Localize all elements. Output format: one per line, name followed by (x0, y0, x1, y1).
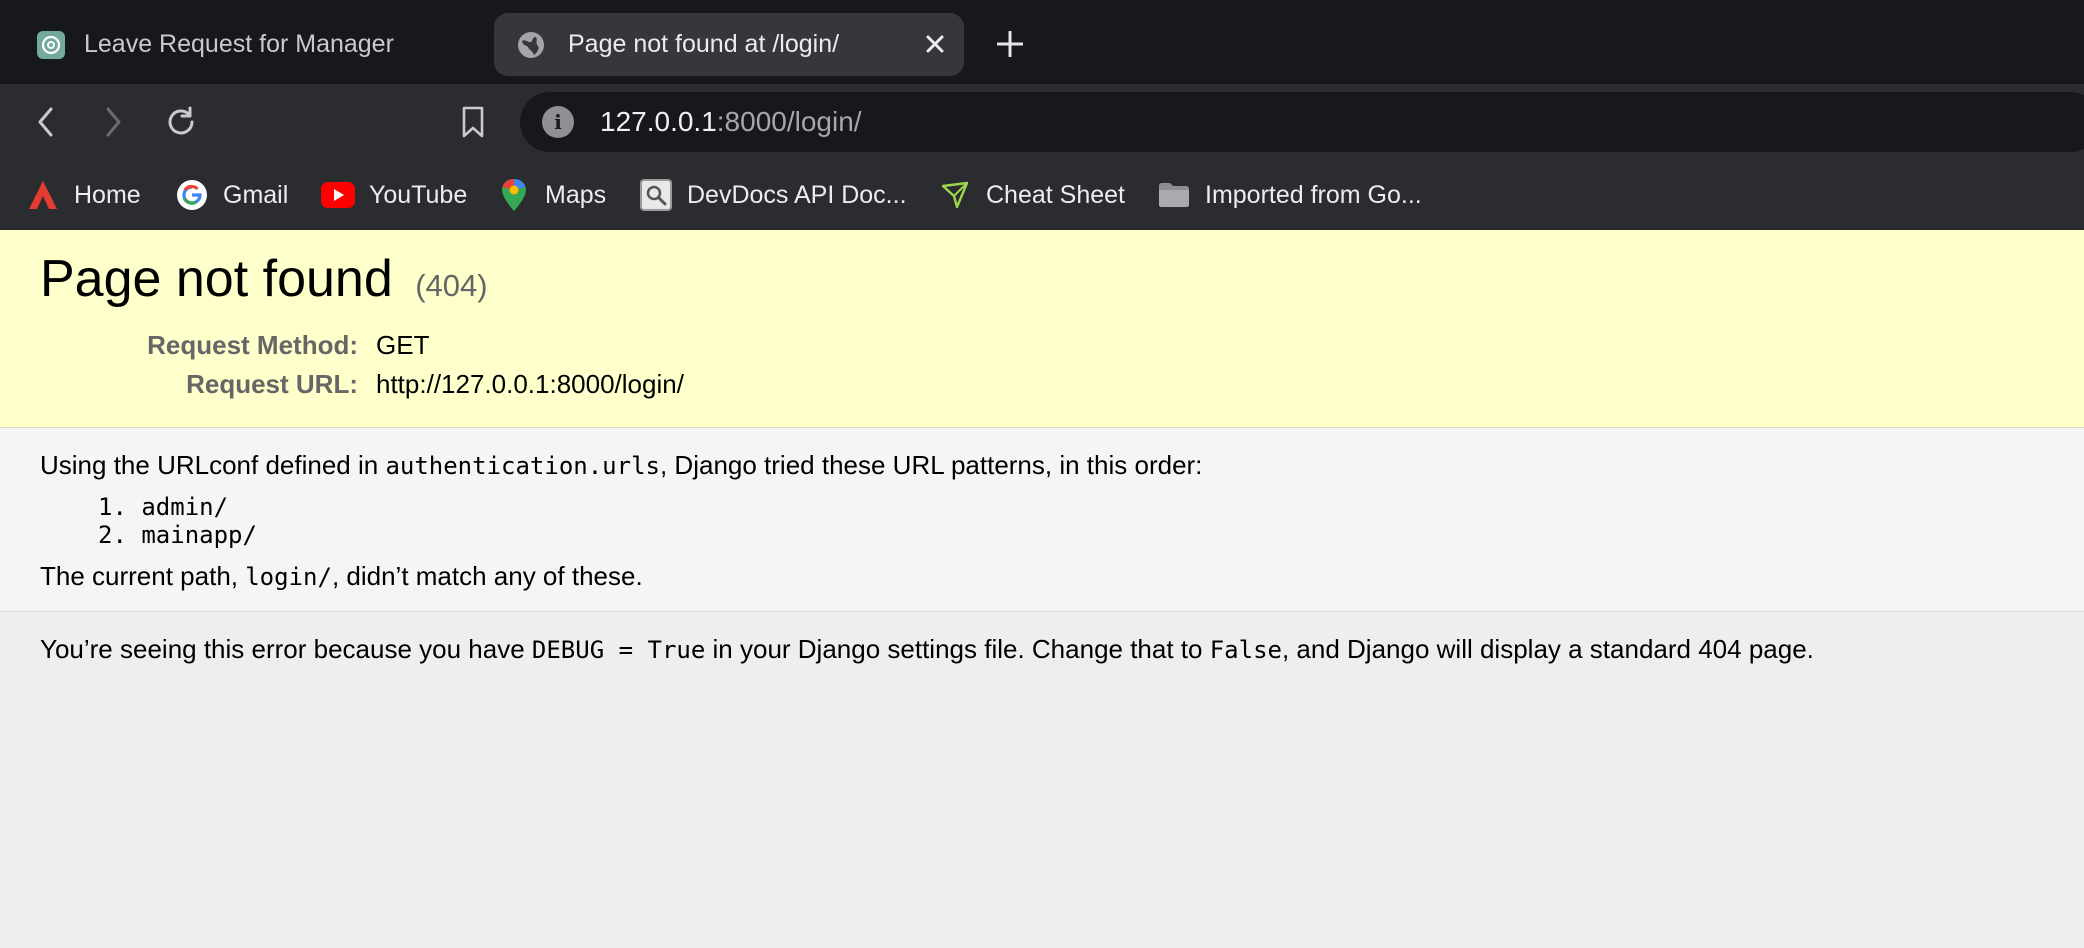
bookmark-gmail[interactable]: Gmail (175, 177, 288, 213)
bookmark-button[interactable] (453, 102, 493, 142)
debug-false-value: False (1209, 636, 1282, 664)
chatgpt-icon (36, 30, 66, 60)
bookmark-label: DevDocs API Doc... (687, 180, 907, 209)
bookmark-label: Maps (545, 180, 607, 209)
tab-title: Leave Request for Manager (84, 30, 394, 58)
site-info-icon[interactable]: i (542, 106, 574, 138)
cheat-sheet-icon (938, 178, 972, 212)
back-button[interactable] (26, 102, 66, 142)
back-arrow-icon (38, 107, 53, 137)
current-path-sentence: The current path, login/, didn’t match a… (40, 561, 2044, 592)
url-host: 127.0.0.1 (600, 106, 717, 137)
youtube-icon (321, 178, 355, 212)
browser-toolbar: i 127.0.0.1:8000/login/ (0, 84, 2084, 160)
globe-icon (516, 30, 546, 60)
url-patterns-info: Using the URLconf defined in authenticat… (0, 428, 2084, 612)
bookmark-youtube[interactable]: YouTube (321, 177, 467, 213)
forward-arrow-icon (106, 107, 121, 137)
current-path: login/ (245, 563, 332, 591)
current-path-text: The current path, (40, 561, 246, 591)
new-tab-button[interactable] (990, 24, 1030, 64)
url-pattern-item: 2. mainapp/ (98, 521, 257, 549)
bookmark-label: Gmail (223, 180, 289, 209)
debug-sentence: You’re seeing this error because you hav… (40, 634, 2044, 665)
bookmark-devdocs[interactable]: DevDocs API Doc... (639, 177, 907, 213)
debug-setting: DEBUG = True (531, 636, 706, 664)
address-url: 127.0.0.1:8000/login/ (600, 106, 862, 138)
devdocs-icon (639, 178, 673, 212)
request-method-row: Request Method: GET (40, 326, 2044, 365)
tab-leave-request[interactable]: Leave Request for Manager (24, 13, 464, 76)
urlconf-text: , Django tried these URL patterns, in th… (659, 450, 1203, 480)
reload-icon (168, 106, 194, 135)
arch-icon (26, 178, 60, 212)
debug-explanation: You’re seeing this error because you hav… (0, 612, 2084, 687)
status-code: (404) (415, 268, 488, 303)
plus-icon (997, 31, 1023, 57)
bookmark-cheat-sheet[interactable]: Cheat Sheet (938, 177, 1125, 213)
folder-icon (1157, 178, 1191, 212)
request-url-label: Request URL: (186, 369, 358, 400)
bookmark-imported-folder[interactable]: Imported from Go... (1157, 177, 1422, 213)
reload-button[interactable] (161, 102, 201, 142)
urlconf-text: Using the URLconf defined in (40, 450, 386, 480)
request-url-row: Request URL: http://127.0.0.1:8000/login… (40, 365, 2044, 404)
tab-page-not-found[interactable]: Page not found at /login/ (494, 13, 964, 76)
page-content: Page not found (404) Request Method: GET… (0, 230, 2084, 948)
maps-pin-icon (497, 178, 531, 212)
close-icon[interactable] (920, 29, 950, 59)
bookmark-maps[interactable]: Maps (497, 177, 606, 213)
error-title: Page not found (40, 250, 393, 308)
url-pattern-list: 1. admin/ 2. mainapp/ (98, 493, 2044, 549)
current-path-text: , didn’t match any of these. (331, 561, 643, 591)
tab-title: Page not found at /login/ (568, 30, 840, 58)
debug-text: , and Django will display a standard 404… (1281, 634, 1814, 664)
page-title: Page not found (404) (40, 248, 2044, 310)
request-method-value: GET (376, 330, 430, 361)
bookmark-label: Cheat Sheet (986, 180, 1125, 209)
google-icon (175, 178, 209, 212)
bookmark-home[interactable]: Home (26, 177, 141, 213)
address-bar[interactable]: i 127.0.0.1:8000/login/ (520, 92, 2084, 152)
tab-strip: Leave Request for Manager Page not found… (0, 0, 2084, 84)
bookmark-label: YouTube (369, 180, 468, 209)
request-method-label: Request Method: (147, 330, 358, 361)
urlconf-module: authentication.urls (385, 452, 660, 480)
debug-text: in your Django settings file. Change tha… (705, 634, 1210, 664)
bookmarks-bar: Home Gmail YouTube Maps DevDocs API Doc.… (0, 160, 2084, 230)
urlconf-sentence: Using the URLconf defined in authenticat… (40, 450, 2044, 481)
url-path: :8000/login/ (716, 106, 862, 137)
bookmark-label: Imported from Go... (1205, 180, 1422, 209)
bookmark-icon (462, 106, 484, 138)
url-pattern-item: 1. admin/ (98, 493, 229, 521)
error-summary: Page not found (404) Request Method: GET… (0, 230, 2084, 428)
request-url-value: http://127.0.0.1:8000/login/ (376, 369, 684, 400)
debug-text: You’re seeing this error because you hav… (40, 634, 532, 664)
forward-button[interactable] (93, 102, 133, 142)
request-meta: Request Method: GET Request URL: http://… (40, 326, 2044, 404)
bookmark-label: Home (74, 180, 141, 209)
